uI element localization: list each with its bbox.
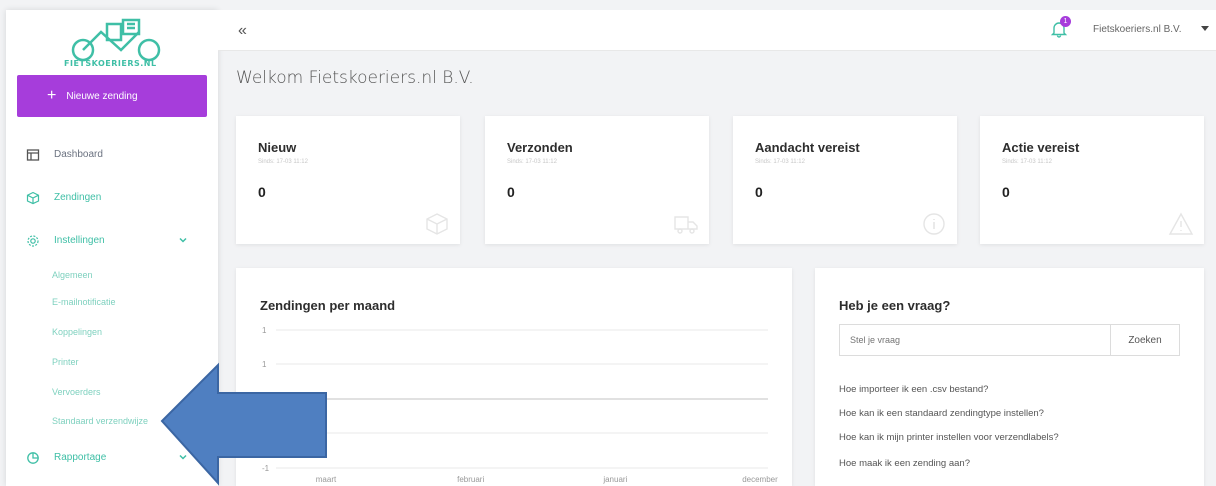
logo-text: FIETSKOERIERS.NL <box>64 59 157 68</box>
faq-link[interactable]: Hoe maak ik een zending aan? <box>839 458 970 469</box>
gear-icon <box>27 235 39 247</box>
stat-card-nieuw[interactable]: Nieuw Sinds: 17-03 11:12 0 <box>236 116 460 244</box>
submenu-printer[interactable]: Printer <box>52 357 79 367</box>
stat-card-actie-vereist[interactable]: Actie vereist Sinds: 17-03 11:12 0 <box>980 116 1204 244</box>
faq-title: Heb je een vraag? <box>839 298 951 313</box>
top-bar: « 1 Fietskoeriers.nl B.V. <box>218 10 1216 51</box>
submenu-emailnotificatie[interactable]: E-mailnotificatie <box>52 297 116 307</box>
card-since: Sinds: 17-03 11:12 <box>1002 159 1052 165</box>
plus-icon: + <box>47 87 57 104</box>
card-count: 0 <box>1002 184 1010 200</box>
package-icon <box>26 191 40 205</box>
truck-icon <box>674 216 698 234</box>
sidebar-item-label: Rapportage <box>54 452 107 463</box>
warning-icon <box>1168 212 1194 235</box>
sidebar-item-label: Instellingen <box>54 235 105 246</box>
sidebar-item-instellingen[interactable]: Instellingen <box>6 230 218 252</box>
collapse-sidebar-button[interactable]: « <box>238 22 247 40</box>
y-tick-label: 1 <box>262 326 267 335</box>
x-tick-label: december <box>742 475 778 484</box>
new-shipment-button[interactable]: + Nieuwe zending <box>17 75 207 117</box>
stat-card-verzonden[interactable]: Verzonden Sinds: 17-03 11:12 0 <box>485 116 709 244</box>
sidebar-item-label: Dashboard <box>54 149 103 160</box>
caret-down-icon[interactable] <box>1201 26 1209 32</box>
info-icon <box>923 213 945 235</box>
new-shipment-label: Nieuwe zending <box>66 90 138 102</box>
sidebar-item-label: Zendingen <box>54 192 102 203</box>
card-since: Sinds: 17-03 11:12 <box>258 159 308 165</box>
card-count: 0 <box>755 184 763 200</box>
card-title: Verzonden <box>507 140 573 155</box>
submenu-standaard-verzendwijze[interactable]: Standaard verzendwijze <box>52 416 148 426</box>
card-title: Aandacht vereist <box>755 140 860 155</box>
chevron-down-icon <box>179 237 187 243</box>
x-tick-label: januari <box>602 475 627 484</box>
submenu-vervoerders[interactable]: Vervoerders <box>52 387 101 397</box>
stat-card-aandacht-vereist[interactable]: Aandacht vereist Sinds: 17-03 11:12 0 <box>733 116 957 244</box>
x-tick-label: februari <box>457 475 484 484</box>
faq-link[interactable]: Hoe importeer ik een .csv bestand? <box>839 384 988 395</box>
faq-search-button[interactable]: Zoeken <box>1110 324 1180 356</box>
box-icon <box>426 213 448 235</box>
annotation-arrow <box>160 362 327 486</box>
card-since: Sinds: 17-03 11:12 <box>755 159 805 165</box>
page-title: Welkom Fietskoeriers.nl B.V. <box>236 68 474 88</box>
card-title: Actie vereist <box>1002 140 1080 155</box>
card-since: Sinds: 17-03 11:12 <box>507 159 557 165</box>
card-count: 0 <box>507 184 515 200</box>
submenu-algemeen[interactable]: Algemeen <box>52 270 93 280</box>
card-title: Nieuw <box>258 140 297 155</box>
sidebar-item-zendingen[interactable]: Zendingen <box>6 187 218 209</box>
submenu-koppelingen[interactable]: Koppelingen <box>52 327 102 337</box>
user-menu[interactable]: Fietskoeriers.nl B.V. <box>1093 24 1182 35</box>
faq-link[interactable]: Hoe kan ik een standaard zendingtype ins… <box>839 408 1044 419</box>
faq-search-input[interactable] <box>839 324 1110 356</box>
faq-panel: Heb je een vraag? Zoeken Hoe importeer i… <box>815 268 1204 486</box>
pie-chart-icon <box>27 452 39 464</box>
card-count: 0 <box>258 184 266 200</box>
faq-link[interactable]: Hoe kan ik mijn printer instellen voor v… <box>839 432 1059 443</box>
layout-icon <box>26 149 40 161</box>
notification-badge: 1 <box>1060 16 1071 27</box>
sidebar-item-dashboard[interactable]: Dashboard <box>6 144 218 166</box>
